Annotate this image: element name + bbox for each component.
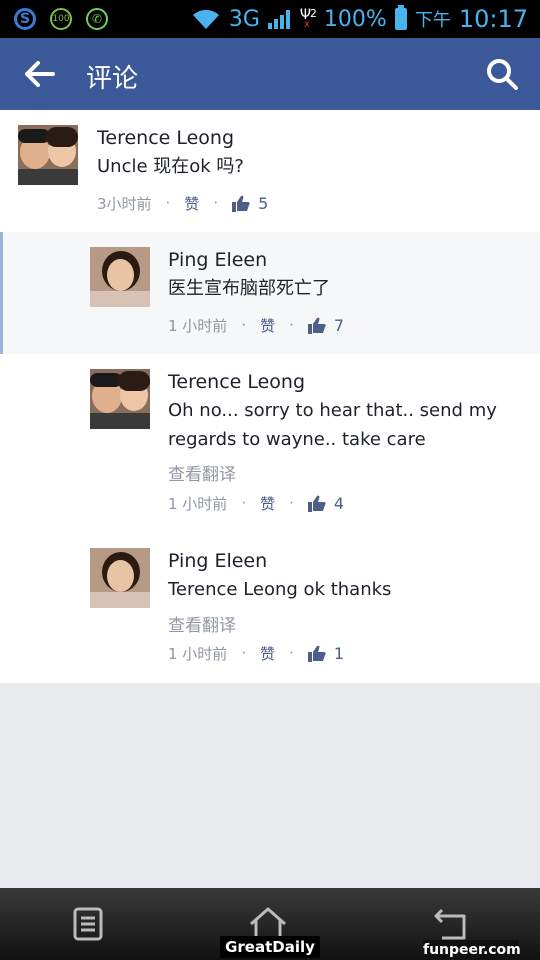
greatdaily-watermark: GreatDaily xyxy=(220,936,320,958)
back-button[interactable] xyxy=(18,54,62,94)
comment-meta: 1 小时前 · 赞 · 1 xyxy=(168,642,344,664)
thumbs-up-icon xyxy=(307,495,326,512)
arrow-left-icon xyxy=(25,61,55,87)
sim2-label: 2 xyxy=(309,7,317,20)
highlight-bar xyxy=(0,232,3,354)
like-button[interactable]: 赞 xyxy=(260,493,275,514)
commenter-name[interactable]: Terence Leong xyxy=(168,371,305,393)
comment-text: Uncle 现在ok 吗? xyxy=(97,152,244,181)
separator-dot: · xyxy=(289,644,294,662)
comment-text-line: Oh no... sorry to hear that.. send my xyxy=(168,400,497,421)
like-button[interactable]: 赞 xyxy=(260,643,275,664)
badge-100-text: 100 xyxy=(52,14,70,24)
like-count: 5 xyxy=(258,193,269,213)
comment-text-line: 医生宣布脑部死亡了 xyxy=(168,278,330,299)
network-type: 3G xyxy=(228,6,260,32)
separator-dot: · xyxy=(241,316,247,334)
comment-time: 1 小时前 xyxy=(168,494,228,513)
commenter-name[interactable]: Ping Eleen xyxy=(168,550,267,572)
like-button[interactable]: 赞 xyxy=(184,193,199,214)
avatar[interactable] xyxy=(90,548,150,608)
comment-meta: 1 小时前 · 赞 · 7 xyxy=(168,314,344,336)
comment-item: Ping Eleen Terence Leong ok thanks 查看翻译 … xyxy=(0,536,540,683)
action-bar: 评论 xyxy=(0,38,540,110)
comment-item: Terence Leong Uncle 现在ok 吗? 3小时前 · 赞 · 5 xyxy=(0,110,540,230)
separator-dot: · xyxy=(289,316,294,334)
comment-meta: 3小时前 · 赞 · 5 xyxy=(97,192,268,214)
comment-time: 1 小时前 xyxy=(168,644,228,663)
like-button[interactable]: 赞 xyxy=(260,315,275,336)
comment-item-highlighted: Ping Eleen 医生宣布脑部死亡了 1 小时前 · 赞 · 7 xyxy=(0,232,540,354)
wifi-icon xyxy=(192,9,219,29)
battery-icon xyxy=(394,5,407,30)
thumbs-up-icon xyxy=(307,317,326,334)
menu-icon xyxy=(73,907,103,941)
status-bar: S 100 ✆ 3G Ψ 2 x 100% 下午 10:17 xyxy=(0,0,540,38)
comment-text: Terence Leong ok thanks xyxy=(168,575,391,604)
comment-text-line: regards to wayne.. take care xyxy=(168,429,426,450)
clock: 10:17 xyxy=(458,5,528,33)
comment-time: 3小时前 xyxy=(97,194,152,213)
comment-time: 1 小时前 xyxy=(168,316,228,335)
battery-percent: 100% xyxy=(323,6,387,32)
comment-text: Oh no... sorry to hear that.. send my re… xyxy=(168,396,497,454)
comment-text: 医生宣布脑部死亡了 xyxy=(168,274,330,303)
see-translation-link[interactable]: 查看翻译 xyxy=(168,460,236,485)
s-app-notification-icon: S xyxy=(14,8,36,30)
commenter-name[interactable]: Ping Eleen xyxy=(168,249,267,271)
avatar[interactable] xyxy=(90,369,150,429)
comment-meta: 1 小时前 · 赞 · 4 xyxy=(168,492,344,514)
thumbs-up-icon xyxy=(307,645,326,662)
separator-dot: · xyxy=(165,194,171,212)
signal-bars-icon xyxy=(267,9,290,29)
commenter-name[interactable]: Terence Leong xyxy=(97,127,234,149)
search-button[interactable] xyxy=(480,52,524,96)
comment-list: Terence Leong Uncle 现在ok 吗? 3小时前 · 赞 · 5… xyxy=(0,110,540,683)
separator-dot: · xyxy=(241,644,247,662)
thumbs-up-icon xyxy=(232,195,250,212)
comment-item: Terence Leong Oh no... sorry to hear tha… xyxy=(0,356,540,536)
like-count: 4 xyxy=(333,493,345,513)
separator-dot: · xyxy=(213,194,219,212)
comment-text-line: Terence Leong ok thanks xyxy=(168,579,392,600)
see-translation-link[interactable]: 查看翻译 xyxy=(168,611,236,636)
ampm: 下午 xyxy=(414,10,451,31)
comment-text-line: Uncle 现在ok 吗? xyxy=(97,156,244,177)
sim2-signal-icon: Ψ 2 x xyxy=(299,7,317,30)
badge-100-icon: 100 xyxy=(50,8,72,30)
navigation-bar: GreatDaily funpeer.com xyxy=(0,888,540,960)
separator-dot: · xyxy=(289,494,294,512)
whatsapp-icon: ✆ xyxy=(86,8,108,30)
page-title: 评论 xyxy=(86,64,139,94)
menu-button[interactable] xyxy=(66,902,110,946)
funpeer-watermark: funpeer.com xyxy=(423,940,521,960)
avatar[interactable] xyxy=(90,247,150,307)
avatar[interactable] xyxy=(18,125,78,185)
separator-dot: · xyxy=(241,494,247,512)
return-icon xyxy=(434,908,466,940)
like-count: 1 xyxy=(333,643,345,663)
like-count: 7 xyxy=(333,315,345,335)
search-icon xyxy=(487,59,518,90)
